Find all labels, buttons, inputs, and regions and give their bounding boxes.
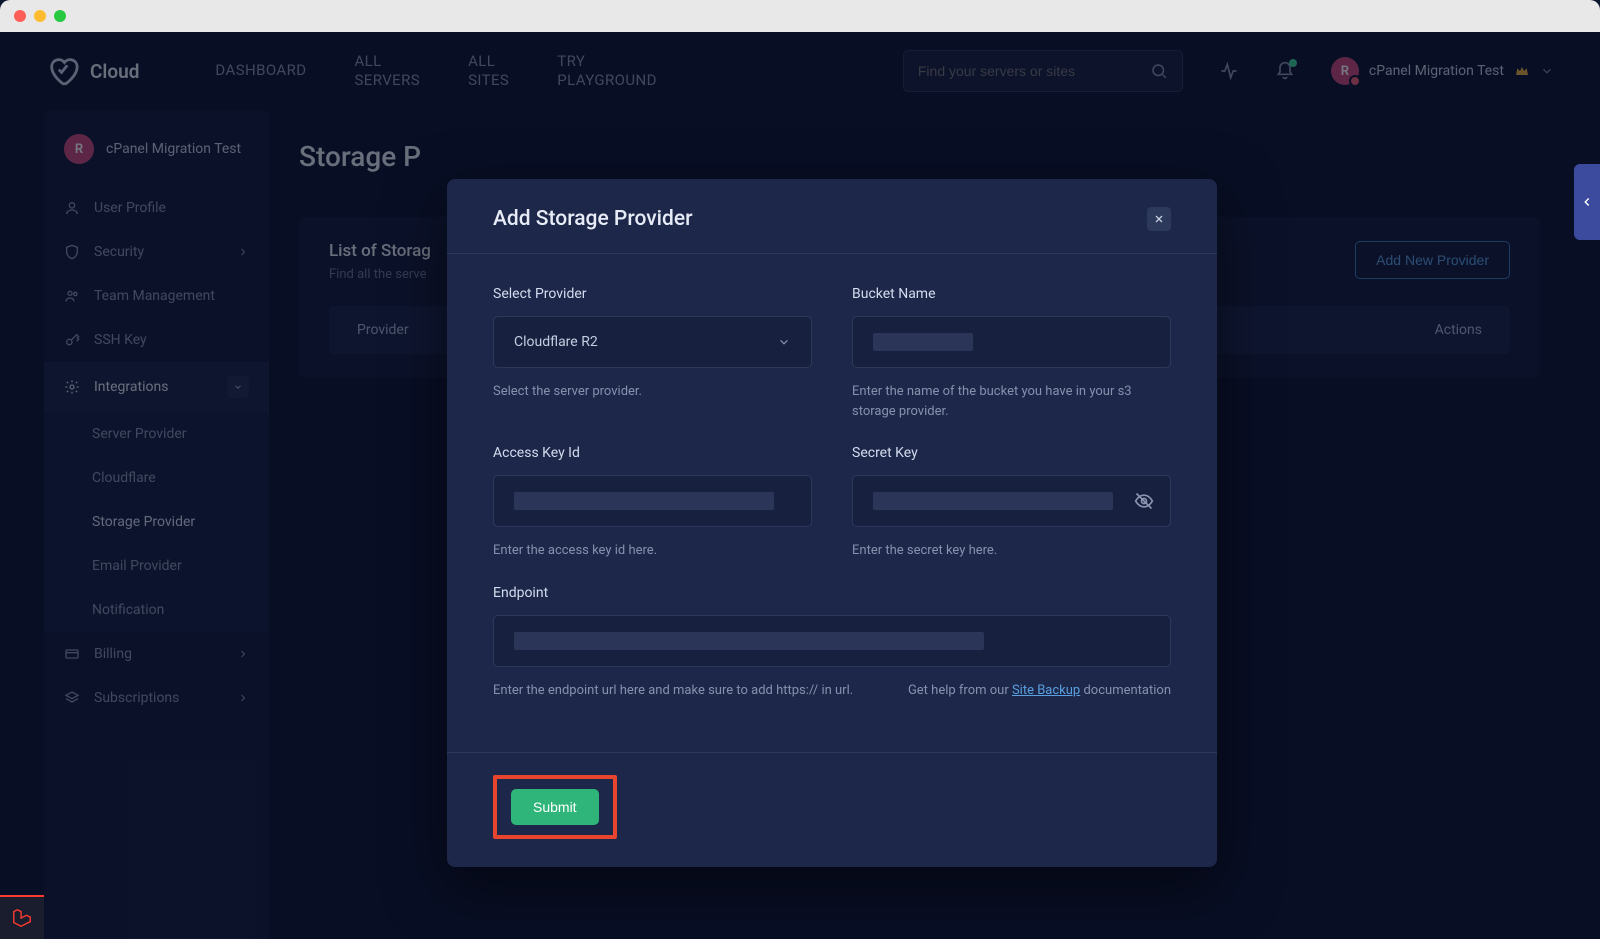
field-secret-key: Secret Key Enter the secret key here. bbox=[852, 445, 1171, 561]
close-icon bbox=[1153, 213, 1165, 225]
site-backup-link[interactable]: Site Backup bbox=[1012, 683, 1080, 698]
traffic-light-close[interactable] bbox=[14, 10, 26, 22]
label-access-key: Access Key Id bbox=[493, 445, 812, 461]
field-bucket-name: Bucket Name Enter the name of the bucket… bbox=[852, 286, 1171, 421]
help-access-key: Enter the access key id here. bbox=[493, 541, 812, 561]
select-provider-value: Cloudflare R2 bbox=[514, 334, 598, 350]
field-select-provider: Select Provider Cloudflare R2 Select the… bbox=[493, 286, 812, 421]
select-provider-dropdown[interactable]: Cloudflare R2 bbox=[493, 316, 812, 368]
window-titlebar bbox=[0, 0, 1600, 32]
laravel-icon bbox=[11, 907, 33, 929]
secret-key-input-wrap[interactable] bbox=[852, 475, 1171, 527]
help-select-provider: Select the server provider. bbox=[493, 382, 812, 402]
label-select-provider: Select Provider bbox=[493, 286, 812, 302]
redacted-value bbox=[873, 492, 1113, 510]
submit-highlight: Submit bbox=[493, 775, 617, 839]
laravel-badge[interactable] bbox=[0, 895, 44, 939]
help-endpoint-left: Enter the endpoint url here and make sur… bbox=[493, 681, 853, 701]
help-endpoint-right: Get help from our Site Backup documentat… bbox=[908, 681, 1171, 701]
label-bucket-name: Bucket Name bbox=[852, 286, 1171, 302]
chevron-down-icon bbox=[777, 335, 791, 349]
chevron-left-icon bbox=[1580, 195, 1594, 209]
label-endpoint: Endpoint bbox=[493, 585, 1171, 601]
access-key-input-wrap[interactable] bbox=[493, 475, 812, 527]
modal-title: Add Storage Provider bbox=[493, 207, 693, 231]
field-access-key: Access Key Id Enter the access key id he… bbox=[493, 445, 812, 561]
toggle-visibility-button[interactable] bbox=[1134, 491, 1154, 511]
add-storage-provider-modal: Add Storage Provider Select Provider Clo… bbox=[447, 179, 1217, 867]
submit-button[interactable]: Submit bbox=[511, 789, 599, 825]
help-bucket-name: Enter the name of the bucket you have in… bbox=[852, 382, 1171, 421]
eye-off-icon bbox=[1134, 491, 1154, 511]
traffic-light-zoom[interactable] bbox=[54, 10, 66, 22]
traffic-light-minimize[interactable] bbox=[34, 10, 46, 22]
close-button[interactable] bbox=[1147, 207, 1171, 231]
help-secret-key: Enter the secret key here. bbox=[852, 541, 1171, 561]
redacted-value bbox=[514, 492, 774, 510]
endpoint-input-wrap[interactable] bbox=[493, 615, 1171, 667]
label-secret-key: Secret Key bbox=[852, 445, 1171, 461]
redacted-value bbox=[873, 333, 973, 351]
bucket-name-input-wrap[interactable] bbox=[852, 316, 1171, 368]
collapse-panel-tab[interactable] bbox=[1574, 164, 1600, 240]
redacted-value bbox=[514, 632, 984, 650]
field-endpoint: Endpoint Enter the endpoint url here and… bbox=[493, 585, 1171, 701]
